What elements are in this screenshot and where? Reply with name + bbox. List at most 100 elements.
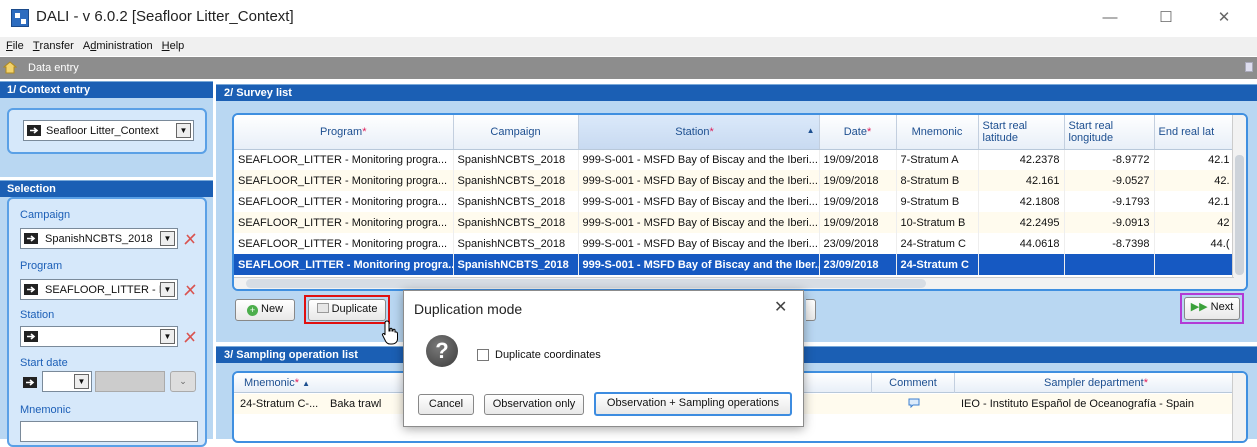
survey-cell: 8-Stratum B	[896, 170, 979, 191]
survey-cell: 44.0618	[978, 233, 1065, 254]
survey-cell: 23/09/2018	[819, 233, 897, 254]
survey-cell: 42.161	[978, 170, 1065, 191]
col-campaign[interactable]: Campaign	[453, 115, 579, 150]
survey-row[interactable]: SEAFLOOR_LITTER - Monitoring progra... Sp…	[234, 170, 1235, 191]
col-program[interactable]: Program*	[234, 115, 454, 150]
next-button[interactable]: ▶▶ Next	[1184, 297, 1240, 320]
sampling-row-gear: Baka trawl	[330, 398, 382, 410]
station-combo[interactable]: ▼	[20, 326, 178, 347]
col-date[interactable]: Date*	[819, 115, 897, 150]
scroll-thumb[interactable]	[1235, 155, 1244, 275]
col-start-lon[interactable]: Start real longitude	[1064, 115, 1155, 150]
start-date-field[interactable]	[95, 371, 165, 392]
dock-icon[interactable]	[1245, 62, 1253, 72]
context-combo[interactable]: Seafloor Litter_Context ▼	[23, 120, 194, 141]
survey-cell: -9.0913	[1064, 212, 1155, 233]
survey-row[interactable]: SEAFLOOR_LITTER - Monitoring progra... Sp…	[234, 191, 1235, 212]
minimize-button[interactable]: —	[1090, 6, 1130, 30]
hidden-button-edge[interactable]	[806, 299, 816, 321]
chevron-down-icon[interactable]: ▼	[160, 282, 175, 297]
selection-box: Campaign SpanishNCBTS_2018 ▼ Program SEA…	[7, 197, 207, 447]
survey-cell: SEAFLOOR_LITTER - Monitoring progra...	[234, 212, 454, 233]
arrow-right-icon	[24, 331, 38, 342]
clear-program-icon[interactable]	[183, 283, 197, 297]
arrow-right-icon	[27, 125, 41, 136]
menu-help-label: elp	[169, 40, 185, 52]
maximize-button[interactable]: ☐	[1146, 6, 1186, 30]
col-start-lat[interactable]: Start real latitude	[978, 115, 1065, 150]
survey-cell: -9.0527	[1064, 170, 1155, 191]
survey-header: 2/ Survey list	[216, 85, 1257, 101]
duplicate-coordinates-checkbox[interactable]	[477, 349, 489, 361]
survey-cell: 42.2495	[978, 212, 1065, 233]
chevron-down-icon[interactable]: ▼	[160, 231, 175, 246]
menu-bar: File Transfer Administration Help	[0, 37, 1257, 56]
duplication-dialog: Duplication mode ✕ ? Duplicate coordinat…	[403, 290, 804, 427]
survey-cell: SpanishNCBTS_2018	[453, 170, 579, 191]
observation-only-button[interactable]: Observation only	[484, 394, 584, 415]
survey-table: Program* Campaign Station* ▲ Date* Mnemon…	[234, 115, 1235, 275]
survey-cell: 999-S-001 - MSFD Bay of Biscay and the I…	[578, 191, 820, 212]
start-date-operator[interactable]: ▼	[42, 371, 92, 392]
title-bar: DALI - v 6.0.2 [Seafloor Litter_Context]…	[0, 0, 1257, 36]
menu-transfer[interactable]: Transfer	[33, 40, 74, 52]
menu-help[interactable]: Help	[162, 40, 185, 52]
col-sampler-department[interactable]: Sampler department*	[956, 373, 1236, 393]
survey-cell: SEAFLOOR_LITTER - Monitoring progra...	[234, 254, 454, 275]
duplicate-button[interactable]: Duplicate	[308, 299, 386, 321]
context-panel: 1/ Context entry Seafloor Litter_Context…	[0, 81, 213, 177]
col-station[interactable]: Station* ▲	[578, 115, 820, 150]
survey-cell: 42.	[1154, 170, 1235, 191]
date-picker-button[interactable]: ⌄	[170, 371, 196, 392]
dialog-title: Duplication mode	[414, 301, 523, 317]
survey-cell	[1064, 254, 1155, 275]
survey-cell: 24-Stratum C	[896, 233, 979, 254]
new-button[interactable]: + New	[235, 299, 295, 321]
campaign-combo[interactable]: SpanishNCBTS_2018 ▼	[20, 228, 178, 249]
cancel-button[interactable]: Cancel	[418, 394, 474, 415]
survey-row-selected[interactable]: SEAFLOOR_LITTER - Monitoring progra... Sp…	[234, 254, 1235, 275]
survey-header-row: Program* Campaign Station* ▲ Date* Mnemon…	[234, 115, 1235, 150]
selection-panel: Selection Campaign SpanishNCBTS_2018 ▼ P…	[0, 180, 213, 447]
program-value: SEAFLOOR_LITTER - I	[45, 284, 162, 296]
dialog-close-icon[interactable]: ✕	[774, 297, 787, 317]
observation-sampling-button[interactable]: Observation + Sampling operations	[594, 392, 792, 416]
plus-icon: +	[246, 305, 258, 316]
horizontal-scrollbar[interactable]	[234, 277, 1234, 289]
col-mnemonic[interactable]: Mnemonic	[896, 115, 979, 150]
menu-administration[interactable]: Administration	[83, 40, 153, 52]
survey-cell: 44.(	[1154, 233, 1235, 254]
survey-cell: 999-S-001 - MSFD Bay of Biscay and the I…	[578, 170, 820, 191]
survey-cell: SEAFLOOR_LITTER - Monitoring progra...	[234, 191, 454, 212]
sort-asc-icon: ▲	[806, 125, 815, 135]
survey-cell: 19/09/2018	[819, 212, 897, 233]
sampling-scrollbar[interactable]	[1232, 373, 1246, 441]
context-value: Seafloor Litter_Context	[46, 125, 159, 137]
screen-header: Data entry	[0, 57, 1257, 79]
survey-cell: 24-Stratum C	[896, 254, 979, 275]
close-button[interactable]: ✕	[1204, 6, 1244, 30]
col-end-lat[interactable]: End real lat	[1154, 115, 1235, 150]
vertical-scrollbar[interactable]	[1232, 115, 1246, 289]
clear-station-icon[interactable]	[183, 330, 197, 344]
chevron-down-icon[interactable]: ▼	[74, 374, 89, 389]
col-sampling-mnemonic[interactable]: Mnemonic* ▲	[244, 377, 310, 389]
chevron-down-icon[interactable]: ▼	[176, 123, 191, 138]
col-comment[interactable]: Comment	[871, 373, 955, 393]
comment-icon[interactable]	[908, 398, 920, 408]
survey-row[interactable]: SEAFLOOR_LITTER - Monitoring progra... Sp…	[234, 149, 1235, 170]
survey-cell: 999-S-001 - MSFD Bay of Biscay and the I…	[578, 254, 820, 275]
home-icon[interactable]	[3, 61, 17, 74]
sampling-row-mnemonic: 24-Stratum C-...	[240, 398, 319, 410]
next-arrow-icon: ▶▶	[1190, 301, 1208, 313]
survey-cell: SEAFLOOR_LITTER - Monitoring progra...	[234, 170, 454, 191]
chevron-down-icon[interactable]: ▼	[160, 329, 175, 344]
clear-campaign-icon[interactable]	[183, 232, 197, 246]
menu-file[interactable]: File	[6, 40, 24, 52]
survey-row[interactable]: SEAFLOOR_LITTER - Monitoring progra... Sp…	[234, 212, 1235, 233]
survey-row[interactable]: SEAFLOOR_LITTER - Monitoring progra... Sp…	[234, 233, 1235, 254]
program-combo[interactable]: SEAFLOOR_LITTER - I ▼	[20, 279, 178, 300]
survey-cell: -8.9772	[1064, 149, 1155, 170]
copy-icon	[316, 303, 329, 313]
h-scroll-thumb[interactable]	[246, 279, 926, 288]
